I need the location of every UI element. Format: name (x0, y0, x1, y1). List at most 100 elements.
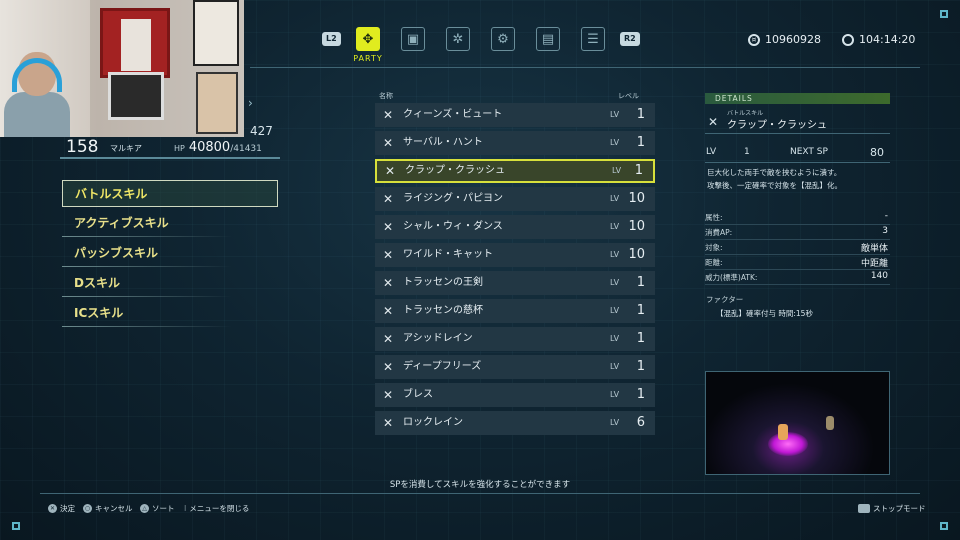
details-lv-value: 1 (744, 147, 750, 157)
tab-skills[interactable]: ✲ (446, 27, 470, 51)
menu-d-skill[interactable]: Dスキル (62, 270, 278, 297)
cross-button-icon: ✕ (48, 504, 57, 513)
lv-tag: LV (610, 110, 620, 119)
lv-tag: LV (610, 390, 620, 399)
skill-name: サーバル・ハント (403, 137, 483, 148)
skill-name: クィーンズ・ビュート (403, 109, 503, 120)
corner-mark-br (940, 522, 948, 530)
attribute-value: 140 (870, 271, 888, 281)
webcam-overlay (0, 0, 244, 137)
details-next-sp-label: NEXT SP (790, 147, 828, 157)
skill-row[interactable]: ✕ ロックレイン LV 6 (375, 411, 655, 435)
attribute-row: 威力(標準)ATK: 140 (705, 271, 890, 285)
skill-name: トラッセンの慈杯 (403, 305, 483, 316)
skill-row[interactable]: ✕ アシッドレイン LV 1 (375, 327, 655, 351)
skill-type-icon: ✕ (383, 416, 394, 430)
next-character-arrow[interactable]: › (248, 96, 253, 110)
hp-value: 40800 (188, 140, 231, 155)
party-icon: ✥ (362, 31, 374, 47)
tab-settings[interactable]: ☰ (581, 27, 605, 51)
corner-mark-tr (940, 10, 948, 18)
skill-row[interactable]: ✕ ブレス LV 1 (375, 383, 655, 407)
details-divider (705, 162, 890, 163)
close-menu-prompt[interactable]: ⁝ メニューを閉じる (184, 503, 249, 514)
details-skill-name: クラップ・クラッシュ (727, 120, 827, 131)
hint-text: SPを消費してスキルを強化することができます (389, 480, 571, 490)
skill-row[interactable]: ✕ ライジング・パピヨン LV 10 (375, 187, 655, 211)
skill-type-icon: ✕ (383, 108, 394, 122)
skill-row[interactable]: ✕ シャル・ウィ・ダンス LV 10 (375, 215, 655, 239)
skill-type-icon: ✕ (708, 115, 719, 129)
skill-level: 10 (628, 219, 645, 234)
skill-type-icon: ✕ (383, 248, 394, 262)
equipment-icon: ▣ (406, 31, 420, 47)
menu-ic-skill[interactable]: ICスキル (62, 300, 278, 327)
lv-tag: LV (610, 194, 620, 203)
skill-level: 1 (636, 359, 645, 374)
skill-preview-video (705, 371, 890, 475)
lv-tag: LV (610, 138, 620, 147)
skill-type-icon: ✕ (383, 304, 394, 318)
playtime-display: 104:14:20 (842, 33, 915, 46)
skill-type-icon: ✕ (383, 276, 394, 290)
stop-mode-prompt[interactable]: ストップモード (858, 503, 926, 514)
menu-label: Dスキル (74, 276, 120, 290)
skill-name: ブレス (403, 389, 433, 400)
skill-level: 1 (636, 331, 645, 346)
character-underline (60, 157, 280, 159)
sort-label: ソート (152, 504, 175, 513)
lv-tag: LV (610, 334, 620, 343)
skill-level: 1 (636, 107, 645, 122)
attribute-value: 3 (882, 226, 888, 236)
skill-type-icon: ✕ (383, 136, 394, 150)
document-icon: ▤ (541, 31, 555, 47)
lv-tag: LV (612, 166, 622, 175)
confirm-prompt[interactable]: ✕ 決定 (48, 503, 75, 514)
skill-level: 1 (634, 163, 643, 178)
gold-icon: ¤ (748, 33, 760, 46)
tab-items[interactable]: ⚙ (491, 27, 515, 51)
skill-level: 1 (636, 387, 645, 402)
skill-row[interactable]: ✕ トラッセンの王剣 LV 1 (375, 271, 655, 295)
r2-button[interactable]: R2 (620, 32, 640, 46)
tab-party[interactable]: ✥ (356, 27, 380, 51)
attribute-row: 距離: 中距離 (705, 257, 890, 270)
lv-tag: LV (610, 278, 620, 287)
cancel-prompt[interactable]: ○ キャンセル (83, 503, 133, 514)
skill-type-icon: ✕ (383, 332, 394, 346)
list-header-level: レベル (618, 92, 639, 100)
skill-level: 6 (636, 415, 645, 430)
menu-active-skill[interactable]: アクティブスキル (62, 210, 278, 237)
attribute-label: 距離: (705, 258, 723, 267)
menu-label: バトルスキル (75, 187, 148, 201)
lv-tag: LV (610, 362, 620, 371)
attribute-row: 対象: 敵単体 (705, 242, 890, 255)
lv-tag: LV (610, 250, 620, 259)
attribute-value: - (884, 211, 888, 221)
touchpad-icon (858, 504, 870, 513)
menu-passive-skill[interactable]: パッシブスキル (62, 240, 278, 267)
lv-tag: LV (610, 306, 620, 315)
skill-name: ライジング・パピヨン (403, 193, 503, 204)
sort-prompt[interactable]: △ ソート (140, 503, 175, 514)
list-header-name: 名称 (379, 92, 393, 100)
skill-name: ロックレイン (403, 417, 463, 428)
factor-label: ファクター (706, 295, 744, 304)
menu-battle-skill[interactable]: バトルスキル (62, 180, 278, 207)
factor-value: 【混乱】確率付与 時間:15秒 (716, 309, 813, 318)
hp-label: HP (174, 144, 185, 153)
options-icon: ⁝ (184, 504, 187, 513)
top-divider (250, 67, 920, 68)
skill-row[interactable]: ✕ ワイルド・キャット LV 10 (375, 243, 655, 267)
tab-equipment[interactable]: ▣ (401, 27, 425, 51)
skill-row[interactable]: ✕ クラップ・クラッシュ LV 1 (375, 159, 655, 183)
skill-row[interactable]: ✕ クィーンズ・ビュート LV 1 (375, 103, 655, 127)
skill-row[interactable]: ✕ サーバル・ハント LV 1 (375, 131, 655, 155)
l2-button[interactable]: L2 (322, 32, 341, 46)
bottom-divider (40, 493, 920, 494)
skill-row[interactable]: ✕ トラッセンの慈杯 LV 1 (375, 299, 655, 323)
skill-level: 1 (636, 275, 645, 290)
character-name: マルキア (110, 144, 142, 153)
skill-row[interactable]: ✕ ディープフリーズ LV 1 (375, 355, 655, 379)
tab-notes[interactable]: ▤ (536, 27, 560, 51)
